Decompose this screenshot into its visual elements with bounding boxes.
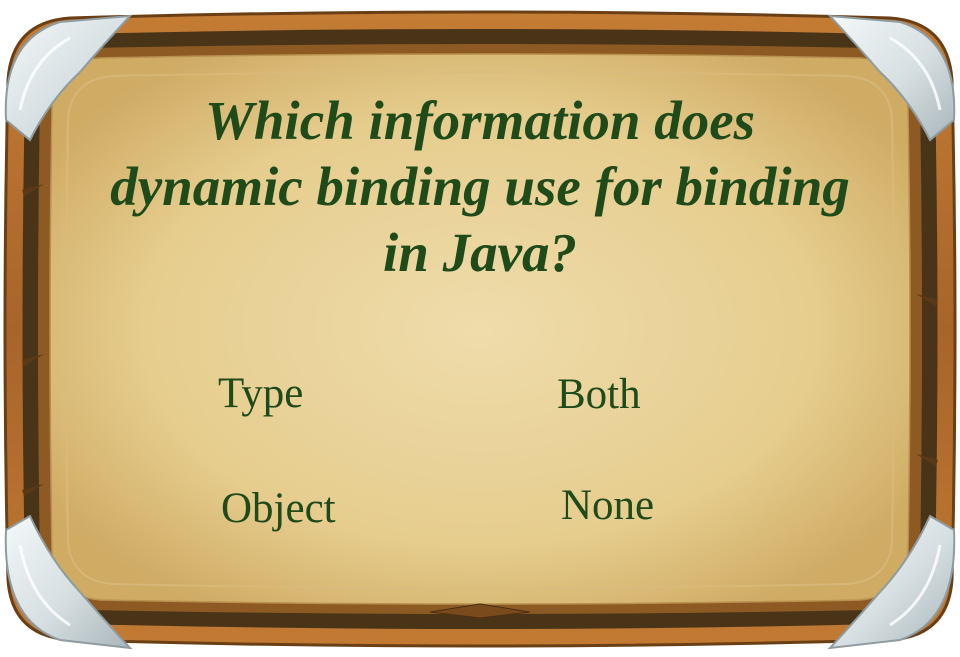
answer-option-both[interactable]: Both [557,371,641,419]
question-text: Which information does dynamic binding u… [110,90,850,283]
answer-option-type[interactable]: Type [218,370,303,418]
quiz-board: Which information does dynamic binding u… [0,0,960,657]
answer-option-object[interactable]: Object [221,485,336,533]
answer-option-none[interactable]: None [561,482,654,530]
